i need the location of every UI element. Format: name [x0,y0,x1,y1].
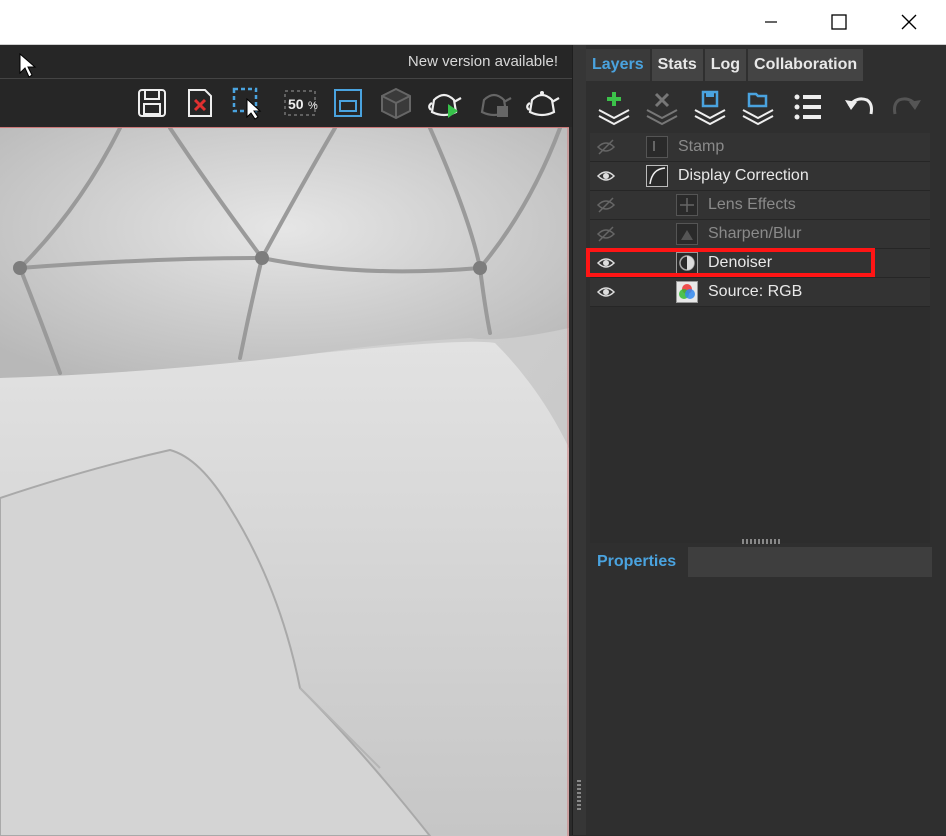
new-version-link[interactable]: New version available! [408,53,558,70]
save-icon[interactable] [134,85,170,121]
curve-icon [646,165,668,187]
visibility-on-icon[interactable] [596,167,616,185]
stamp-icon [646,136,668,158]
add-layer-icon[interactable] [594,87,634,127]
region-select-icon[interactable] [230,85,266,121]
remove-layer-icon[interactable] [642,87,682,127]
render-toolbar: 50% [0,79,572,127]
tab-stats[interactable]: Stats [651,49,703,81]
list-item-display-correction[interactable]: Display Correction [590,162,930,191]
cube-icon[interactable] [378,85,414,121]
panel-resize-grip[interactable] [742,539,780,544]
layer-label: Source: RGB [708,283,803,300]
layer-label: Sharpen/Blur [708,225,802,242]
visibility-on-icon[interactable] [596,283,616,301]
visibility-off-icon[interactable] [596,225,616,243]
layer-label: Display Correction [678,167,809,184]
svg-text:%: % [308,100,318,112]
list-item-sharpen-blur[interactable]: Sharpen/Blur [590,220,930,249]
render-teapot-icon[interactable] [426,85,462,121]
properties-bar [688,547,932,577]
notice-bar: New version available! [0,45,572,79]
panel-splitter[interactable] [572,45,587,835]
window-titlebar [0,0,946,45]
layers-list: Stamp Display Correction Lens Effects Sh… [590,133,930,543]
tab-layers[interactable]: Layers [586,49,650,81]
undo-icon[interactable] [840,87,880,127]
side-panel: Layers Stats Log Collaboration Stamp Dis… [586,45,946,835]
denoiser-highlight-box [586,248,875,277]
lens-effects-icon [676,194,698,216]
render-viewport[interactable] [0,127,569,836]
visibility-off-icon[interactable] [596,138,616,156]
properties-header: Properties [590,545,932,579]
list-item-source-rgb[interactable]: Source: RGB [590,278,930,307]
teapot-icon[interactable] [524,85,560,121]
mouse-cursor-icon [19,53,37,78]
close-icon[interactable] [886,0,932,44]
minimize-icon[interactable] [748,0,794,44]
load-layer-icon[interactable] [738,87,778,127]
panel-tabs: Layers Stats Log Collaboration [586,49,865,81]
list-icon[interactable] [788,87,828,127]
properties-label: Properties [597,553,677,570]
layer-label: Stamp [678,138,725,155]
rgb-icon [676,281,698,303]
frame-buffer-area: New version available! 50% [0,45,572,836]
zoom-label: 50 [288,96,304,112]
maximize-icon[interactable] [816,0,862,44]
stop-teapot-icon[interactable] [476,85,512,121]
visibility-off-icon[interactable] [596,196,616,214]
splitter-grip[interactable] [577,780,581,810]
rendered-image [0,128,569,836]
fit-view-icon[interactable] [330,85,366,121]
redo-icon[interactable] [886,87,926,127]
save-layer-icon[interactable] [690,87,730,127]
tab-log[interactable]: Log [704,49,747,81]
list-item-stamp[interactable]: Stamp [590,133,930,162]
layer-label: Lens Effects [708,196,796,213]
list-item-lens-effects[interactable]: Lens Effects [590,191,930,220]
sharpen-icon [676,223,698,245]
zoom-50-icon[interactable]: 50% [282,85,322,121]
delete-icon[interactable] [182,85,218,121]
tab-collaboration[interactable]: Collaboration [748,49,864,81]
